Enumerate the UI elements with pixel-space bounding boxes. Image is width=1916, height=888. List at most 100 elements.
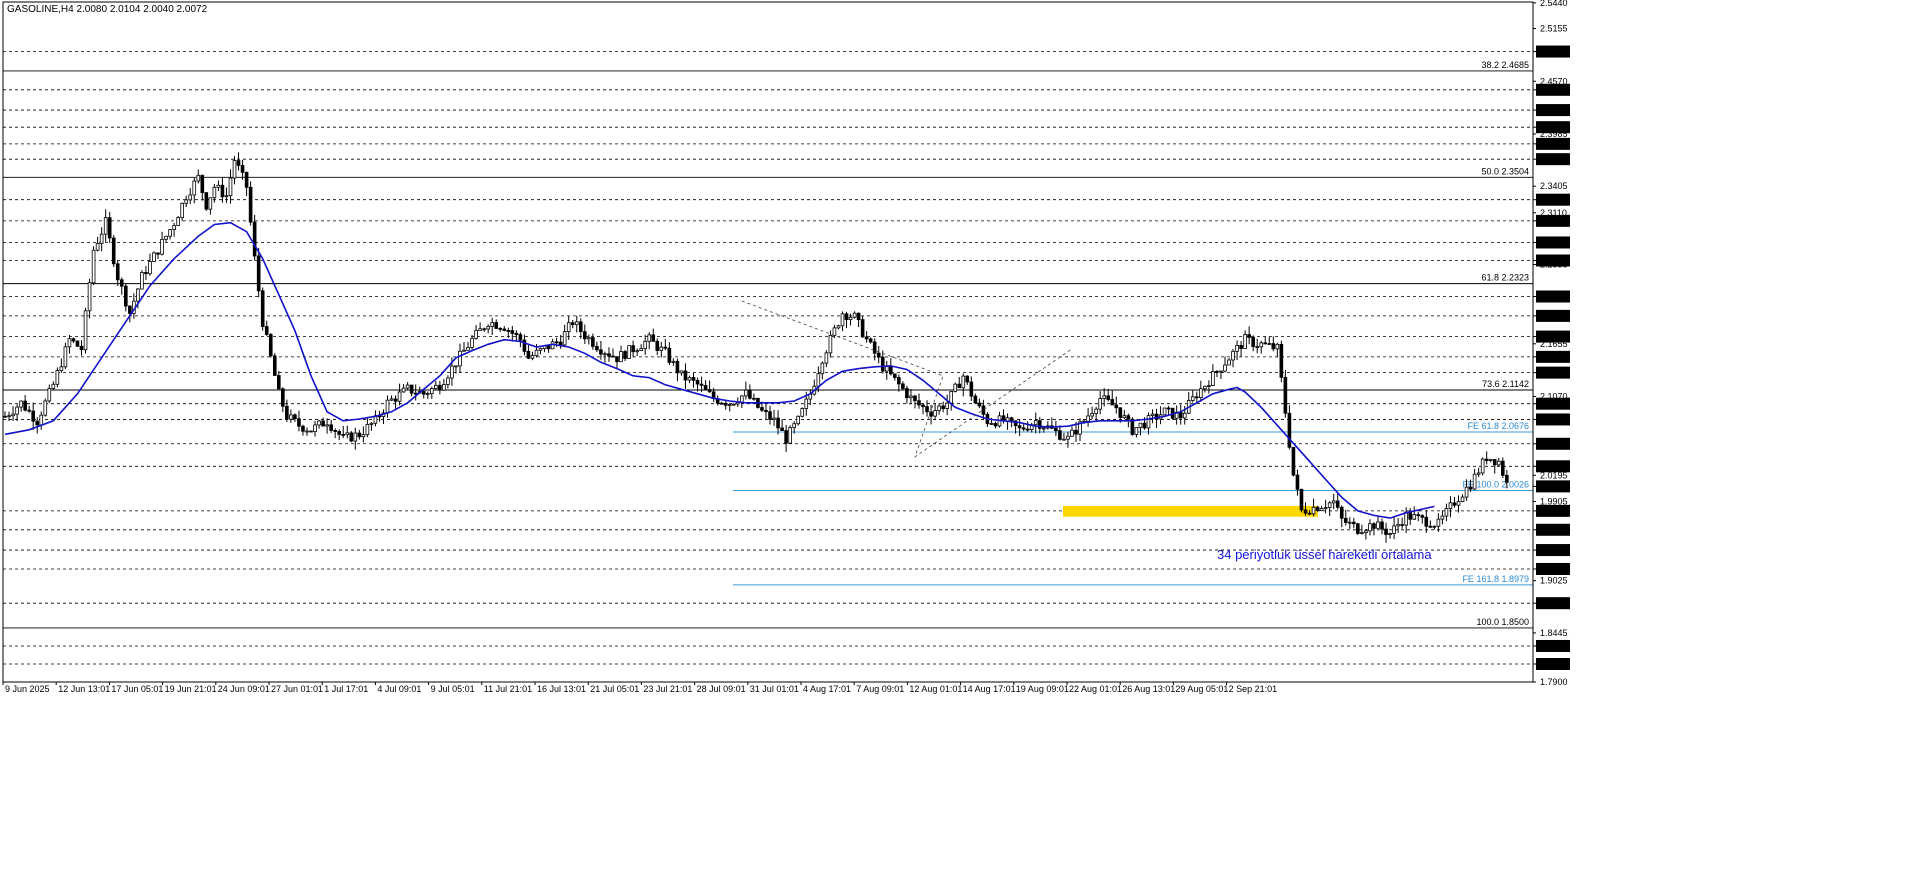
price-chart[interactable]: 38.2 2.4685 50.0 2.3504 61.8 2.2323 73.6 2.…: [0, 0, 1916, 888]
candle: [248, 181, 253, 226]
candle: [144, 266, 148, 280]
candle: [365, 418, 370, 438]
candle: [103, 209, 108, 242]
candle: [776, 410, 780, 435]
x-tick-label: 11 Jul 21:01: [484, 684, 532, 694]
candle: [1186, 391, 1191, 415]
candle: [75, 340, 80, 347]
candle: [852, 311, 857, 319]
y-tick-label: 1.9155: [1540, 564, 1568, 574]
candle: [953, 382, 958, 393]
y-tick-label: 2.2780: [1540, 237, 1568, 247]
candle: [723, 400, 728, 410]
y-tick-label: 1.8300: [1540, 641, 1568, 651]
y-tick-label: 1.9365: [1540, 545, 1568, 555]
candle: [434, 380, 438, 390]
candle: [893, 373, 897, 381]
candle: [71, 337, 76, 344]
candle: [1150, 409, 1155, 424]
candle: [647, 332, 652, 350]
fib-label: 73.6 2.1142: [1482, 379, 1529, 389]
x-tick-label: 2 Sep 21:01: [1229, 684, 1278, 694]
candle: [808, 389, 813, 406]
candle: [957, 377, 962, 389]
candle: [864, 331, 869, 343]
candle: [1078, 418, 1082, 442]
candle: [188, 188, 193, 204]
fib-label: 61.8 2.2323: [1481, 273, 1529, 283]
candle: [83, 307, 88, 354]
candle: [812, 379, 817, 396]
fib-label: 100.0 1.8500: [1476, 617, 1529, 627]
y-tick-label: 2.4250: [1540, 105, 1568, 115]
y-tick-label: 2.1510: [1540, 352, 1568, 362]
candle: [1331, 493, 1336, 510]
candle: [1070, 426, 1074, 437]
candle: [55, 367, 60, 388]
candle: [1339, 505, 1344, 528]
candle: [1227, 358, 1231, 366]
candle: [1138, 422, 1143, 436]
candle: [498, 327, 503, 332]
candle: [719, 401, 724, 405]
candle: [1066, 431, 1070, 448]
candle: [1110, 390, 1115, 406]
candle: [897, 374, 901, 392]
candle: [836, 324, 841, 330]
candle: [941, 401, 945, 413]
candle: [317, 420, 321, 429]
candle: [168, 228, 172, 240]
level-lines: 38.2 2.4685 50.0 2.3504 61.8 2.2323 73.6 2.…: [3, 51, 1533, 665]
candle: [868, 337, 873, 344]
candle: [607, 347, 611, 362]
candle: [1460, 494, 1465, 503]
candle: [884, 360, 889, 380]
candle: [570, 319, 575, 329]
candle: [442, 378, 446, 392]
candle: [909, 389, 913, 405]
x-tick-label: 26 Aug 13:01: [1122, 684, 1175, 694]
candle: [446, 375, 450, 389]
candle: [252, 215, 257, 261]
candle: [595, 341, 599, 352]
candle: [1364, 529, 1368, 540]
candle: [1275, 342, 1280, 358]
candle: [558, 334, 563, 349]
x-tick-label: 7 Aug 09:01: [856, 684, 904, 694]
candle: [965, 375, 970, 385]
candle: [1500, 457, 1505, 479]
candle: [1211, 364, 1215, 387]
candle: [824, 350, 829, 368]
candle: [1190, 390, 1195, 403]
candle: [337, 429, 342, 441]
y-tick-label: 1.8100: [1540, 659, 1568, 669]
x-tick-label: 21 Jul 05:01: [590, 684, 639, 694]
candle: [409, 384, 414, 397]
candle: [1199, 380, 1203, 402]
candle: [1134, 427, 1139, 438]
candle: [1162, 407, 1167, 416]
candle: [115, 260, 120, 286]
candle: [744, 381, 748, 400]
y-tick-label: 1.9590: [1540, 525, 1568, 535]
candle: [184, 195, 189, 208]
candle: [800, 407, 805, 418]
candle: [486, 324, 490, 334]
candle: [107, 211, 112, 243]
candle: [490, 317, 495, 336]
fib-label: 50.0 2.3504: [1481, 166, 1529, 176]
candle: [132, 293, 136, 319]
candle: [413, 384, 418, 401]
candle: [11, 406, 15, 422]
candle: [272, 353, 277, 376]
x-tick-label: 22 Aug 01:01: [1069, 684, 1122, 694]
candle: [1174, 405, 1179, 425]
candle: [1472, 468, 1477, 491]
x-tick-label: 27 Jun 01:01: [271, 684, 323, 694]
candle: [458, 343, 462, 373]
candle: [844, 311, 849, 329]
candles: [3, 152, 1509, 543]
candle: [1086, 408, 1090, 427]
candle: [1484, 451, 1489, 465]
candle: [1452, 496, 1457, 508]
